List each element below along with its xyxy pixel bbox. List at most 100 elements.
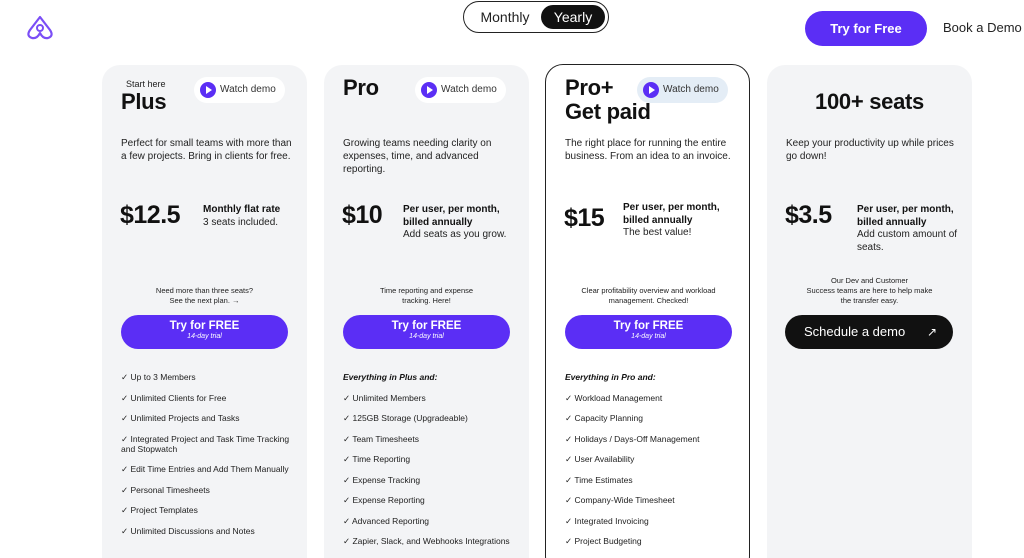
cta-sublabel: 14-day trial <box>409 333 444 340</box>
watch-demo-button[interactable]: Watch demo <box>194 77 285 103</box>
feature-item: ✓ Edit Time Entries and Add Them Manuall… <box>121 464 289 474</box>
feature-item: ✓ Holidays / Days-Off Management <box>565 433 700 444</box>
try-free-plan-button[interactable]: Try for FREE 14-day trial <box>121 315 288 349</box>
plan-price: $10 <box>342 201 383 229</box>
feature-item: ✓ Unlimited Clients for Free <box>121 392 227 403</box>
price-note: Per user, per month, billed annually Add… <box>403 204 518 242</box>
feature-item: ✓ Time Reporting <box>343 454 411 464</box>
feature-item: ✓ Personal Timesheets <box>121 484 210 495</box>
feature-item: ✓ User Availability <box>565 454 635 464</box>
cta-label: Try for FREE <box>169 320 240 332</box>
cta-label: Schedule a demo <box>804 324 906 339</box>
plan-card-plus: Start here Plus Watch demo Perfect for s… <box>102 65 307 558</box>
watch-demo-label: Watch demo <box>441 84 497 95</box>
small-note-line: Success teams are here to help make <box>806 286 933 295</box>
feature-item: ✓ Integrated Invoicing <box>565 515 649 526</box>
price-note-text: Add custom amount of seats. <box>857 229 958 253</box>
feature-item: ✓ Team Timesheets <box>343 433 419 444</box>
feature-list: Everything in Plus and: ✓ Unlimited Memb… <box>343 372 523 557</box>
watch-demo-button[interactable]: Watch demo <box>415 77 506 103</box>
feature-list: ✓ Up to 3 Members ✓ Unlimited Clients fo… <box>121 372 301 546</box>
price-note-bold: Per user, per month, billed annually <box>857 204 954 228</box>
feature-item: ✓ Time Estimates <box>565 474 633 485</box>
price-note-bold: Per user, per month, billed annually <box>403 204 500 228</box>
play-icon <box>643 82 659 98</box>
price-note: Per user, per month, billed annually Add… <box>857 204 962 254</box>
schedule-demo-button[interactable]: Schedule a demo ↗ <box>785 315 953 349</box>
cta-label: Try for FREE <box>391 320 462 332</box>
brand-logo-icon[interactable] <box>24 14 56 42</box>
small-note-line: Time reporting and expense <box>379 286 474 295</box>
billing-toggle: Monthly Yearly <box>463 1 609 33</box>
plan-description: Growing teams needing clarity on expense… <box>343 138 492 175</box>
feature-item: ✓ Project Budgeting <box>565 536 642 546</box>
plan-name-line: Get paid <box>565 99 651 124</box>
feature-item: ✓ Unlimited Projects and Tasks <box>121 413 240 423</box>
feature-item: ✓ Unlimited Discussions and Notes <box>121 525 255 536</box>
try-for-free-button[interactable]: Try for Free <box>805 11 927 46</box>
play-icon <box>421 82 437 98</box>
feature-item: ✓ Project Templates <box>121 505 198 515</box>
feature-list: Everything in Pro and: ✓ Workload Manage… <box>565 372 745 557</box>
price-note-text: The best value! <box>623 227 692 238</box>
feature-item: ✓ Expense Tracking <box>343 474 421 485</box>
watch-demo-label: Watch demo <box>220 84 276 95</box>
feature-item: ✓ Advanced Reporting <box>343 515 430 526</box>
small-note-line: Need more than three seats? <box>155 286 254 295</box>
feature-item: ✓ Up to 3 Members <box>121 372 196 382</box>
small-note-line: management. Checked! <box>608 296 689 305</box>
price-note-text: Add seats as you grow. <box>403 229 507 240</box>
feature-item: ✓ Integrated Project and Task Time Track… <box>121 433 290 454</box>
watch-demo-label: Watch demo <box>663 84 719 95</box>
small-note-line[interactable]: tracking. Here! <box>402 296 451 305</box>
cta-sublabel: 14-day trial <box>187 333 222 340</box>
price-note-bold: Monthly flat rate <box>203 204 281 215</box>
try-free-plan-button[interactable]: Try for FREE 14-day trial <box>343 315 510 349</box>
feature-item: ✓ Expense Reporting <box>343 495 425 505</box>
feature-item: ✓ Unlimited Members <box>343 392 426 403</box>
price-note-text: 3 seats included. <box>203 216 279 228</box>
plan-price: $15 <box>564 204 605 232</box>
feature-list-heading: Everything in Plus and: <box>343 372 438 382</box>
plan-small-note: Our Dev and Customer Success teams are h… <box>777 276 962 306</box>
plan-name-line: Pro+ <box>565 75 614 100</box>
billing-toggle-monthly[interactable]: Monthly <box>468 5 542 29</box>
plan-small-note: Clear profitability overview and workloa… <box>556 286 741 306</box>
small-note-line: the transfer easy. <box>840 296 899 305</box>
plan-eyebrow: Start here <box>126 79 166 89</box>
plan-name: Pro <box>343 75 379 100</box>
cta-sublabel: 14-day trial <box>631 333 666 340</box>
pricing-page: Monthly Yearly Try for Free Book a Demo … <box>0 0 1024 558</box>
plan-small-note: Need more than three seats? See the next… <box>112 286 297 306</box>
plan-name: 100+ seats <box>815 89 924 114</box>
small-note-line[interactable]: See the next plan. → <box>169 296 239 305</box>
small-note-line: Our Dev and Customer <box>830 276 909 285</box>
feature-item: ✓ Workload Management <box>565 392 663 403</box>
feature-list-heading: Everything in Pro and: <box>565 372 656 382</box>
price-note: Monthly flat rate 3 seats included. <box>203 204 298 229</box>
billing-toggle-yearly[interactable]: Yearly <box>541 5 605 29</box>
small-note-line: Clear profitability overview and workloa… <box>581 286 716 295</box>
price-note: Per user, per month, billed annually The… <box>623 202 738 240</box>
watch-demo-button[interactable]: Watch demo <box>637 77 728 103</box>
book-demo-link[interactable]: Book a Demo <box>943 20 1022 35</box>
try-free-plan-button[interactable]: Try for FREE 14-day trial <box>565 315 732 349</box>
feature-item: ✓ 125GB Storage (Upgradeable) <box>343 413 468 423</box>
feature-item: ✓ Capacity Planning <box>565 413 643 423</box>
cta-label: Try for FREE <box>613 320 684 332</box>
feature-item: ✓ Company-Wide Timesheet <box>565 495 675 505</box>
plan-description: Keep your productivity up while prices g… <box>786 138 954 162</box>
plan-name: Plus <box>121 89 167 114</box>
plan-card-enterprise: 100+ seats Keep your productivity up whi… <box>767 65 972 558</box>
plan-description: Perfect for small teams with more than a… <box>121 138 292 162</box>
feature-item: ✓ Zapier, Slack, and Webhooks Integratio… <box>343 536 510 546</box>
plan-card-pro: Pro Watch demo Growing teams needing cla… <box>324 65 529 558</box>
plan-small-note: Time reporting and expense tracking. Her… <box>334 286 519 306</box>
price-note-bold: Per user, per month, billed annually <box>623 202 720 226</box>
plan-price: $3.5 <box>785 201 832 229</box>
arrow-up-right-icon: ↗ <box>926 325 937 339</box>
plan-card-pro-plus: Pro+ Get paid Watch demo The right place… <box>545 64 750 558</box>
plan-description: The right place for running the entire b… <box>565 138 731 162</box>
play-icon <box>200 82 216 98</box>
plan-price: $12.5 <box>120 201 181 229</box>
